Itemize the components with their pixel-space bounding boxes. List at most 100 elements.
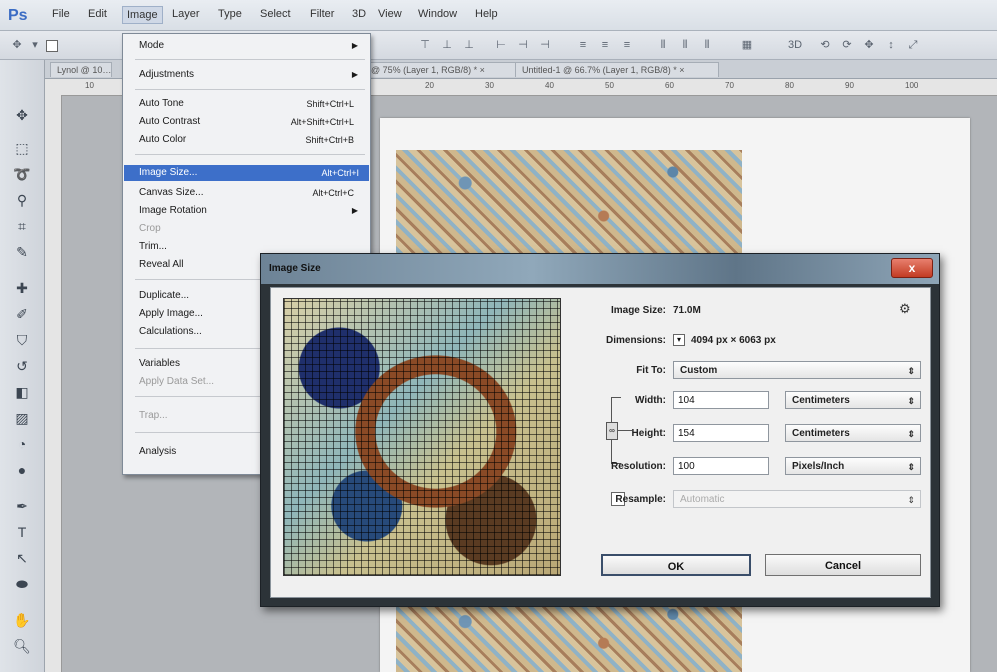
menu-item-adjustments[interactable]: Adjustments ▶ [139,67,364,83]
3d-mode-icon[interactable]: 3D [780,39,810,51]
align-right-icon[interactable]: ⊣ [538,39,552,51]
align-bottom-icon[interactable]: ⊥ [462,39,476,51]
clone-stamp-tool-icon[interactable]: ⛉ [11,330,33,350]
blur-tool-icon[interactable]: ◔ [11,434,33,454]
3d-pan-icon[interactable]: ✥ [862,39,876,51]
menu-item-label: Duplicate... [139,290,190,301]
submenu-arrow-icon: ▶ [351,70,358,79]
align-vcenter-icon[interactable]: ⊥ [440,39,454,51]
align-left-icon[interactable]: ⊢ [494,39,508,51]
eyedropper-tool-icon[interactable]: ✎ [11,242,33,262]
dodge-tool-icon[interactable]: ● [11,460,33,480]
menu-layer[interactable]: Layer [172,8,200,20]
menu-item-auto-contrast[interactable]: Auto Contrast Alt+Shift+Ctrl+L [139,114,364,130]
menu-item-label: Trap... [139,410,168,421]
submenu-arrow-icon: ▶ [351,206,358,215]
menu-bar: Ps File Edit Image Layer Type Select Fil… [0,0,997,31]
tools-panel: ✥ ⬚ ➰ ⚲ ⌗ ✎ ✚ ✐ ⛉ ↺ ◧ ▨ ◔ ● ✒ T ↖ ⬬ ✋ 🔍︎ [0,60,45,672]
quick-select-tool-icon[interactable]: ⚲ [11,190,33,210]
carpet-image-bottom [396,600,742,672]
document-tab-2[interactable]: …at @ 75% (Layer 1, RGB/8) * × [345,62,519,77]
fit-to-select[interactable]: Custom ⇕ [673,361,921,379]
cancel-button[interactable]: Cancel [765,554,921,576]
distribute-hcenter-icon[interactable]: ⫴ [678,39,692,51]
menu-image[interactable]: Image [122,6,163,24]
crop-tool-icon[interactable]: ⌗ [11,216,33,236]
select-arrow-icon: ⇕ [907,366,915,376]
menu-filter[interactable]: Filter [310,8,334,20]
align-top-icon[interactable]: ⊤ [418,39,432,51]
resolution-unit-select[interactable]: Pixels/Inch ⇕ [785,457,921,475]
3d-slide-icon[interactable]: ↕ [884,39,898,51]
gradient-tool-icon[interactable]: ▨ [11,408,33,428]
menu-view[interactable]: View [378,8,402,20]
menu-item-auto-color[interactable]: Auto Color Shift+Ctrl+B [139,132,364,148]
chevron-down-icon[interactable]: ▾ [28,39,42,51]
auto-select-checkbox[interactable] [46,40,58,52]
fit-to-label: Fit To: [636,365,666,376]
menu-type[interactable]: Type [218,8,242,20]
menu-window[interactable]: Window [418,8,457,20]
hand-tool-icon[interactable]: ✋ [11,610,33,630]
ruler-tick: 100 [905,81,919,90]
distribute-bottom-icon[interactable]: ≡ [620,39,634,51]
path-selection-tool-icon[interactable]: ↖ [11,548,33,568]
lasso-tool-icon[interactable]: ➰ [11,164,33,184]
menu-edit[interactable]: Edit [88,8,107,20]
ruler-tick: 10 [85,81,94,90]
height-input[interactable]: 154 [673,424,769,442]
ok-button[interactable]: OK [601,554,751,576]
healing-brush-tool-icon[interactable]: ✚ [11,278,33,298]
ellipse-tool-icon[interactable]: ⬬ [11,574,33,594]
menu-item-image-rotation[interactable]: Image Rotation ▶ [139,203,364,219]
menu-item-shortcut: Alt+Ctrl+C [312,188,354,198]
document-tab-1[interactable]: Lynol @ 10… [50,62,112,77]
history-brush-tool-icon[interactable]: ↺ [11,356,33,376]
zoom-tool-icon[interactable]: 🔍︎ [11,636,33,656]
dimensions-dropdown[interactable]: ▾ [673,334,685,346]
menu-file[interactable]: File [52,8,70,20]
distribute-top-icon[interactable]: ≡ [576,39,590,51]
resolution-input[interactable]: 100 [673,457,769,475]
ruler-tick: 30 [485,81,494,90]
menu-item-image-size[interactable]: Image Size... Alt+Ctrl+I [124,165,369,181]
menu-help[interactable]: Help [475,8,498,20]
menu-select[interactable]: Select [260,8,291,20]
dialog-title-bar[interactable]: Image Size x [261,254,939,284]
3d-roll-icon[interactable]: ⟳ [840,39,854,51]
move-tool-icon[interactable]: ✥ [11,105,33,125]
eraser-tool-icon[interactable]: ◧ [11,382,33,402]
select-arrow-icon: ⇕ [907,429,915,439]
align-hcenter-icon[interactable]: ⊣ [516,39,530,51]
gear-icon[interactable]: ⚙ [899,301,911,317]
image-size-label: Image Size: [610,305,666,316]
menu-item-label: Canvas Size... [139,187,204,198]
3d-scale-icon[interactable]: ⤢ [906,39,920,51]
width-unit-value: Centimeters [792,395,850,406]
width-unit-select[interactable]: Centimeters ⇕ [785,391,921,409]
document-tab-3[interactable]: Untitled-1 @ 66.7% (Layer 1, RGB/8) * × [515,62,719,77]
distribute-right-icon[interactable]: ⫴ [700,39,714,51]
distribute-left-icon[interactable]: ⫴ [656,39,670,51]
height-unit-select[interactable]: Centimeters ⇕ [785,424,921,442]
brush-tool-icon[interactable]: ✐ [11,304,33,324]
marquee-tool-icon[interactable]: ⬚ [11,138,33,158]
menu-item-auto-tone[interactable]: Auto Tone Shift+Ctrl+L [139,96,364,112]
menu-3d[interactable]: 3D [352,8,366,20]
menu-item-mode[interactable]: Mode ▶ [139,38,364,54]
width-input[interactable]: 104 [673,391,769,409]
auto-align-icon[interactable]: ▦ [740,39,754,51]
type-tool-icon[interactable]: T [11,522,33,542]
ruler-tick: 60 [665,81,674,90]
distribute-vcenter-icon[interactable]: ≡ [598,39,612,51]
ruler-tick: 40 [545,81,554,90]
pen-tool-icon[interactable]: ✒ [11,496,33,516]
3d-rotate-icon[interactable]: ⟲ [818,39,832,51]
menu-item-canvas-size[interactable]: Canvas Size... Alt+Ctrl+C [139,185,364,201]
move-tool-icon[interactable]: ✥ [10,39,24,51]
menu-divider [135,154,365,155]
close-button[interactable]: x [891,258,933,278]
image-preview[interactable] [283,298,561,576]
submenu-arrow-icon: ▶ [351,41,358,50]
vertical-ruler [45,95,62,672]
